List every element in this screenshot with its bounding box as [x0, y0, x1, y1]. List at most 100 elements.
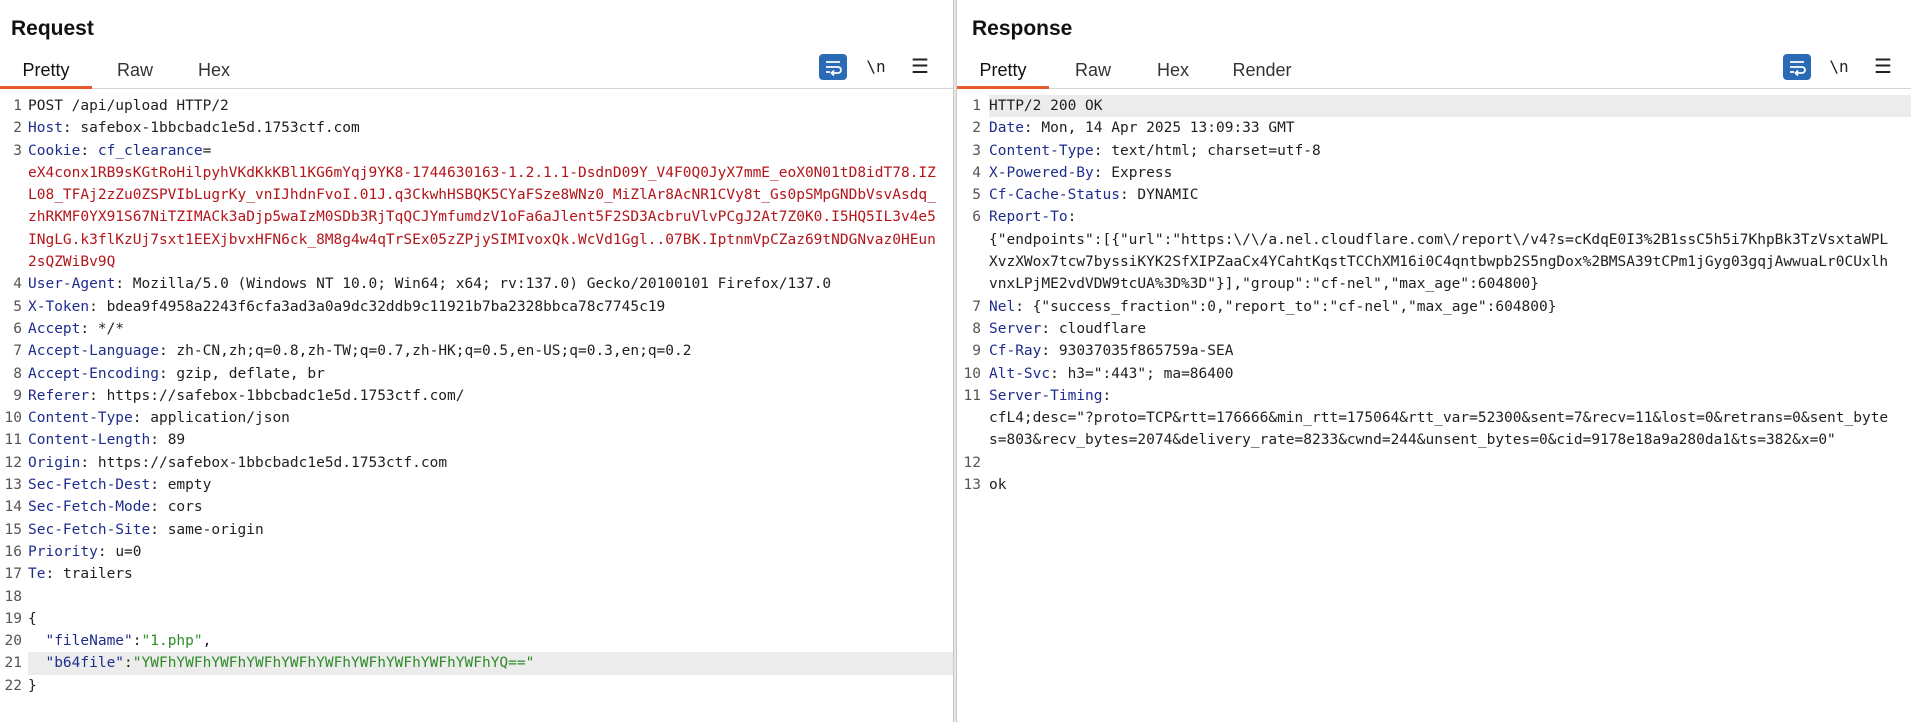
- line-content[interactable]: Server-Timing: cfL4;desc="?proto=TCP&rtt…: [989, 385, 1911, 452]
- code-line[interactable]: 10 Alt-Svc: h3=":443"; ma=86400: [957, 363, 1911, 385]
- code-line[interactable]: 17 Te: trailers: [0, 563, 953, 585]
- code-line[interactable]: 6 Report-To: {"endpoints":[{"url":"https:…: [957, 206, 1911, 295]
- code-line[interactable]: 9 Referer: https://safebox-1bbcbadc1e5d.1…: [0, 385, 953, 407]
- line-content[interactable]: Alt-Svc: h3=":443"; ma=86400: [989, 363, 1911, 385]
- code-line[interactable]: 3 Cookie: cf_clearance= eX4conx1RB9sKGtRoH…: [0, 140, 953, 274]
- code-line[interactable]: 3 Content-Type: text/html; charset=utf-8: [957, 140, 1911, 162]
- code-line[interactable]: 16 Priority: u=0: [0, 541, 953, 563]
- line-content[interactable]: [989, 452, 1911, 474]
- code-line[interactable]: 21 "b64file":"YWFhYWFhYWFhYWFhYWFhYWFhYW…: [0, 652, 953, 675]
- line-content[interactable]: Sec-Fetch-Site: same-origin: [28, 519, 953, 541]
- code-line[interactable]: 12 Origin: https://safebox-1bbcbadc1e5d.1…: [0, 452, 953, 474]
- code-line[interactable]: 1 HTTP/2 200 OK: [957, 95, 1911, 118]
- header-colon: :: [1093, 164, 1112, 181]
- code-line[interactable]: 15 Sec-Fetch-Site: same-origin: [0, 519, 953, 541]
- code-line[interactable]: 11 Content-Length: 89: [0, 429, 953, 451]
- line-content[interactable]: Priority: u=0: [28, 541, 953, 563]
- line-content[interactable]: Accept: */*: [28, 318, 953, 340]
- code-line[interactable]: 9 Cf-Ray: 93037035f865759a-SEA: [957, 340, 1911, 362]
- line-content[interactable]: Date: Mon, 14 Apr 2025 13:09:33 GMT: [989, 117, 1911, 139]
- header-name: Cf-Ray: [989, 343, 1042, 360]
- code-line[interactable]: 1 POST /api/upload HTTP/2: [0, 95, 953, 117]
- line-content[interactable]: Origin: https://safebox-1bbcbadc1e5d.175…: [28, 452, 953, 474]
- code-line[interactable]: 8 Accept-Encoding: gzip, deflate, br: [0, 363, 953, 385]
- line-content[interactable]: Nel: {"success_fraction":0,"report_to":"…: [989, 296, 1911, 318]
- header-colon: :: [115, 276, 133, 293]
- line-content[interactable]: Content-Type: application/json: [28, 407, 953, 429]
- response-newline-toggle[interactable]: \n: [1825, 54, 1853, 80]
- request-tab-hex[interactable]: Hex: [184, 58, 244, 88]
- line-content[interactable]: Content-Length: 89: [28, 429, 953, 451]
- code-line[interactable]: 12: [957, 452, 1911, 474]
- line-content[interactable]: Server: cloudflare: [989, 318, 1911, 340]
- line-content[interactable]: Cookie: cf_clearance= eX4conx1RB9sKGtRoHi…: [28, 140, 953, 274]
- header-name: Te: [28, 566, 46, 583]
- response-menu-icon[interactable]: ☰: [1871, 54, 1895, 80]
- code-line[interactable]: 2 Date: Mon, 14 Apr 2025 13:09:33 GMT: [957, 117, 1911, 139]
- code-line[interactable]: 20 "fileName":"1.php",: [0, 630, 953, 652]
- line-content[interactable]: Host: safebox-1bbcbadc1e5d.1753ctf.com: [28, 117, 953, 139]
- code-line[interactable]: 6 Accept: */*: [0, 318, 953, 340]
- line-content[interactable]: X-Token: bdea9f4958a2243f6cfa3ad3a0a9dc3…: [28, 296, 953, 318]
- code-line[interactable]: 7 Accept-Language: zh-CN,zh;q=0.8,zh-TW;q…: [0, 340, 953, 362]
- response-tab-hex[interactable]: Hex: [1143, 58, 1203, 88]
- request-tab-pretty[interactable]: Pretty: [0, 58, 92, 89]
- line-content[interactable]: Content-Type: text/html; charset=utf-8: [989, 140, 1911, 162]
- header-name: Date: [989, 120, 1024, 137]
- code-line[interactable]: 5 Cf-Cache-Status: DYNAMIC: [957, 184, 1911, 206]
- response-tab-raw[interactable]: Raw: [1063, 58, 1123, 88]
- line-content[interactable]: Sec-Fetch-Dest: empty: [28, 474, 953, 496]
- code-line[interactable]: 19 {: [0, 608, 953, 630]
- response-wrap-lines-button[interactable]: [1783, 54, 1811, 80]
- code-line[interactable]: 7 Nel: {"success_fraction":0,"report_to":…: [957, 296, 1911, 318]
- code-line[interactable]: 22}: [0, 675, 953, 697]
- code-line[interactable]: 13 ok: [957, 474, 1911, 496]
- line-content[interactable]: [28, 586, 953, 608]
- line-content[interactable]: Cf-Cache-Status: DYNAMIC: [989, 184, 1911, 206]
- line-content[interactable]: X-Powered-By: Express: [989, 162, 1911, 184]
- code-line[interactable]: 18: [0, 586, 953, 608]
- code-line[interactable]: 11 Server-Timing: cfL4;desc="?proto=TCP&r…: [957, 385, 1911, 452]
- response-editor[interactable]: 1 HTTP/2 200 OK 2 Date: Mon, 14 Apr 2025 13…: [957, 95, 1911, 722]
- line-content[interactable]: Accept-Language: zh-CN,zh;q=0.8,zh-TW;q=…: [28, 340, 953, 362]
- request-editor[interactable]: 1 POST /api/upload HTTP/2 2 Host: safebox-1…: [0, 95, 953, 722]
- line-content[interactable]: Cf-Ray: 93037035f865759a-SEA: [989, 340, 1911, 362]
- response-tab-pretty[interactable]: Pretty: [957, 58, 1049, 89]
- header-name: Accept-Language: [28, 343, 159, 360]
- header-name: Sec-Fetch-Mode: [28, 499, 151, 516]
- header-value: zh-CN,zh;q=0.8,zh-TW;q=0.7,zh-HK;q=0.5,e…: [176, 343, 692, 360]
- line-content[interactable]: Referer: https://safebox-1bbcbadc1e5d.17…: [28, 385, 953, 407]
- header-name: Origin: [28, 454, 81, 471]
- code-line[interactable]: 5 X-Token: bdea9f4958a2243f6cfa3ad3a0a9dc…: [0, 296, 953, 318]
- code-line[interactable]: 4 User-Agent: Mozilla/5.0 (Windows NT 10.…: [0, 273, 953, 295]
- header-name: Report-To: [989, 209, 1068, 226]
- line-content[interactable]: Report-To: {"endpoints":[{"url":"https:\…: [989, 206, 1911, 295]
- line-content[interactable]: Accept-Encoding: gzip, deflate, br: [28, 363, 953, 385]
- code-line[interactable]: 2 Host: safebox-1bbcbadc1e5d.1753ctf.com: [0, 117, 953, 139]
- header-name: Sec-Fetch-Site: [28, 521, 151, 538]
- line-content[interactable]: User-Agent: Mozilla/5.0 (Windows NT 10.0…: [28, 273, 953, 295]
- request-tab-raw[interactable]: Raw: [105, 58, 165, 88]
- code-line[interactable]: 8 Server: cloudflare: [957, 318, 1911, 340]
- line-content[interactable]: ok: [989, 474, 1911, 496]
- line-content[interactable]: POST /api/upload HTTP/2: [28, 95, 953, 117]
- code-line[interactable]: 10 Content-Type: application/json: [0, 407, 953, 429]
- line-content[interactable]: Sec-Fetch-Mode: cors: [28, 496, 953, 518]
- response-tab-render[interactable]: Render: [1222, 58, 1302, 88]
- code-line[interactable]: 4 X-Powered-By: Express: [957, 162, 1911, 184]
- request-newline-toggle[interactable]: \n: [862, 54, 890, 80]
- code-line[interactable]: 13 Sec-Fetch-Dest: empty: [0, 474, 953, 496]
- header-name: Referer: [28, 387, 90, 404]
- request-wrap-lines-button[interactable]: [819, 54, 847, 80]
- line-content[interactable]: {: [28, 608, 953, 630]
- line-content[interactable]: }: [28, 675, 953, 697]
- line-content[interactable]: HTTP/2 200 OK: [989, 95, 1911, 118]
- request-menu-icon[interactable]: ☰: [908, 54, 932, 80]
- header-name: Nel: [989, 298, 1016, 315]
- header-value: bdea9f4958a2243f6cfa3ad3a0a9dc32ddb9c119…: [106, 298, 666, 315]
- line-content[interactable]: "fileName":"1.php",: [28, 630, 953, 652]
- line-content[interactable]: "b64file":"YWFhYWFhYWFhYWFhYWFhYWFhYWFhY…: [28, 652, 953, 675]
- code-line[interactable]: 14 Sec-Fetch-Mode: cors: [0, 496, 953, 518]
- header-value: */*: [97, 320, 125, 337]
- line-content[interactable]: Te: trailers: [28, 563, 953, 585]
